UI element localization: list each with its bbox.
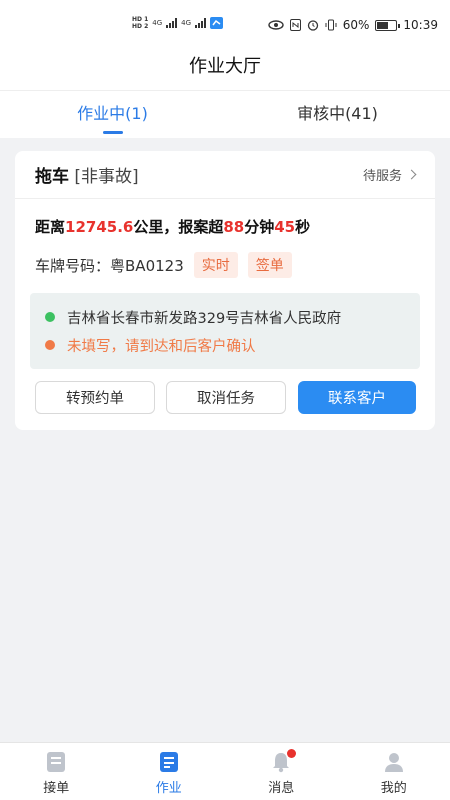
cancel-task-button[interactable]: 取消任务 — [166, 381, 286, 414]
status-link[interactable]: 待服务 — [362, 165, 417, 184]
address-from-row: 吉林省长春市新发路329号吉林省人民政府 — [45, 303, 420, 331]
hd2-label: HD 2 — [132, 23, 149, 30]
destination-dot-icon — [45, 340, 55, 350]
service-type: 拖车 — [35, 167, 69, 187]
page-title: 作业大厅 — [189, 56, 261, 77]
distance-unit: 公里，报案超 — [133, 218, 224, 236]
nfc-icon — [289, 19, 301, 31]
tag-realtime: 实时 — [193, 252, 238, 278]
bottom-nav-orders[interactable]: 接单 — [0, 743, 113, 800]
app-notify-icon — [210, 17, 224, 29]
alarm-icon — [307, 20, 318, 31]
bottom-nav-profile-label: 我的 — [380, 781, 407, 796]
bottom-nav-profile[interactable]: 我的 — [338, 743, 450, 800]
bottom-nav-messages-label: 消息 — [268, 781, 295, 796]
tab-in-progress[interactable]: 作业中(1) — [0, 91, 225, 138]
bottom-nav-tasks[interactable]: 作业 — [113, 743, 226, 800]
unread-badge — [287, 749, 297, 758]
bell-icon-wrap — [270, 749, 297, 773]
hd-indicator: HD 1 HD 2 — [132, 16, 148, 30]
signal-icon — [166, 18, 178, 28]
bottom-nav-messages[interactable]: 消息 — [225, 743, 338, 800]
distance-line: 距离12745.6公里，报案超88分钟45秒 — [35, 216, 310, 237]
battery-percent: 60% — [342, 18, 370, 32]
battery-icon — [375, 19, 401, 31]
bottom-nav-tasks-label: 作业 — [155, 781, 182, 796]
signal-icon-2 — [195, 18, 207, 28]
status-right: 60% 10:39 — [268, 18, 438, 32]
vibrate-icon — [325, 19, 337, 31]
card-header: 拖车 [非事故] 待服务 — [15, 151, 435, 199]
hd1-label: HD 1 — [132, 16, 149, 23]
service-subtype: [非事故] — [74, 167, 139, 187]
tag-signed: 签单 — [247, 252, 292, 278]
plate-line: 车牌号码： 粤BA0123 实时 签单 — [35, 252, 292, 278]
address-from: 吉林省长春市新发路329号吉林省人民政府 — [67, 310, 342, 327]
seconds-value: 45 — [274, 218, 296, 236]
bottom-nav: 接单 作业 消息 我的 — [0, 742, 450, 800]
minutes-value: 88 — [223, 218, 245, 236]
contact-customer-button[interactable]: 联系客户 — [298, 381, 416, 414]
tab-under-review[interactable]: 审核中(41) — [225, 91, 450, 138]
address-to-row: 未填写，请到达和后客户确认 — [45, 331, 420, 359]
seconds-unit: 秒 — [295, 218, 311, 236]
plate-value: 粤BA0123 — [110, 256, 184, 275]
card-title: 拖车 [非事故] — [35, 162, 139, 187]
status-bar: HD 1 HD 2 4G 4G 60% 10:39 — [0, 0, 450, 52]
task-card[interactable]: 拖车 [非事故] 待服务 距离12745.6公里，报案超88分钟45秒 车牌号码… — [15, 151, 435, 430]
clock: 10:39 — [403, 18, 438, 32]
chevron-right-icon — [406, 169, 417, 180]
network-label-2: 4G — [181, 19, 192, 27]
origin-dot-icon — [45, 312, 55, 322]
nav-bar: 作业大厅 — [0, 52, 450, 90]
status-left: HD 1 HD 2 4G 4G — [132, 16, 224, 30]
distance-prefix: 距离 — [35, 218, 66, 236]
bottom-nav-orders-label: 接单 — [43, 781, 70, 796]
minutes-unit: 分钟 — [244, 218, 275, 236]
order-icon — [47, 752, 66, 772]
task-icon — [159, 752, 178, 772]
status-label: 待服务 — [362, 169, 402, 184]
address-box: 吉林省长春市新发路329号吉林省人民政府 未填写，请到达和后客户确认 — [30, 293, 420, 369]
network-label: 4G — [152, 19, 163, 27]
eye-icon — [268, 20, 284, 30]
convert-reservation-button[interactable]: 转预约单 — [35, 381, 155, 414]
user-icon — [384, 753, 403, 772]
distance-value: 12745.6 — [65, 218, 134, 236]
tab-bar: 作业中(1) 审核中(41) — [0, 90, 450, 138]
plate-label: 车牌号码： — [35, 256, 111, 275]
address-to: 未填写，请到达和后客户确认 — [67, 338, 256, 355]
